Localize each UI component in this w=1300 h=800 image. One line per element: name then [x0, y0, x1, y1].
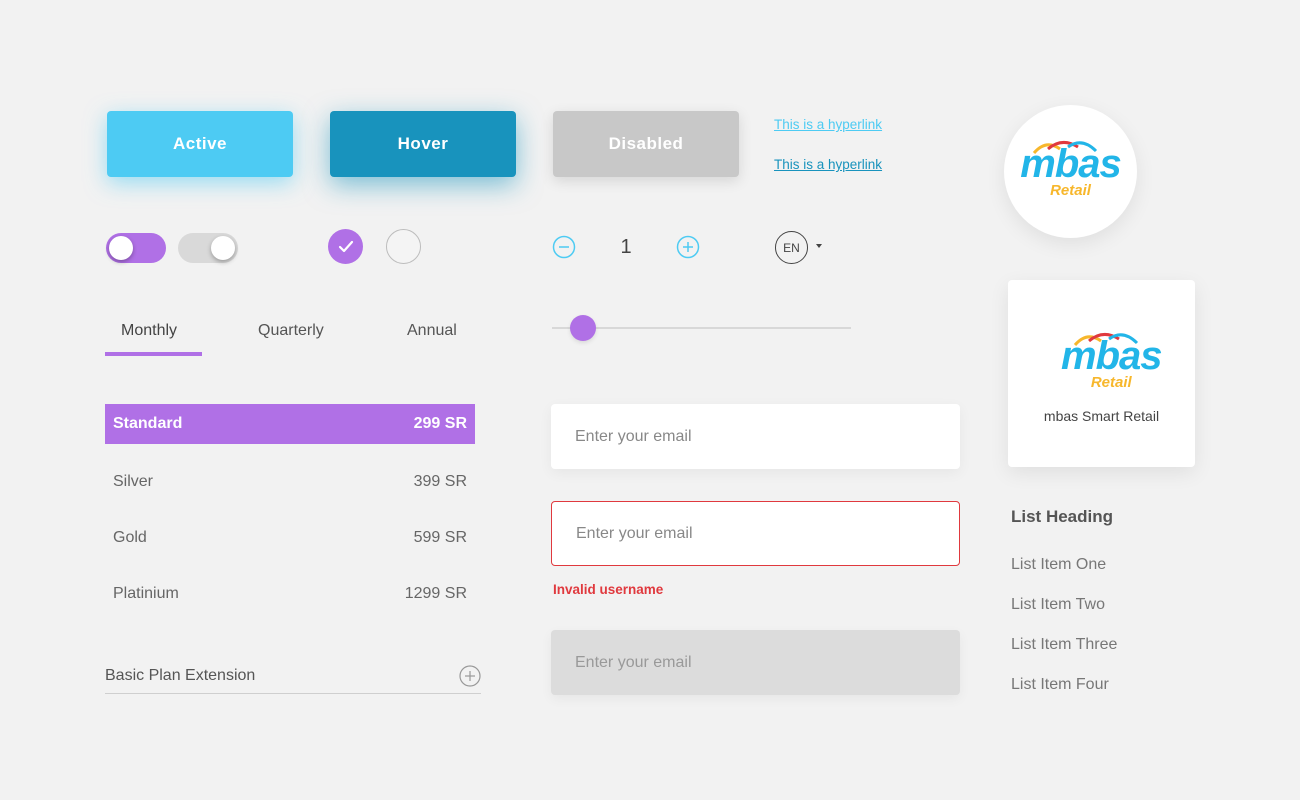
plan-price: 1299 SR — [404, 585, 467, 602]
list-item[interactable]: List Item Three — [1011, 636, 1117, 654]
email-input-error[interactable]: Enter your email — [551, 501, 960, 566]
active-button[interactable]: Active — [107, 111, 293, 177]
slider-track[interactable] — [552, 327, 851, 329]
language-selector[interactable]: EN — [775, 231, 808, 264]
checkbox-checked[interactable] — [328, 229, 363, 264]
logo-arcs-icon — [1073, 333, 1139, 347]
email-input-disabled: Enter your email — [551, 630, 960, 695]
hyperlink-default[interactable]: This is a hyperlink — [774, 117, 882, 132]
list-item[interactable]: List Item One — [1011, 556, 1106, 574]
toggle-knob — [211, 236, 235, 260]
error-message: Invalid username — [553, 582, 664, 597]
caret-down-icon[interactable] — [816, 244, 822, 248]
decrement-button[interactable] — [552, 235, 576, 259]
plan-name: Standard — [113, 415, 183, 432]
brand-logo: mbas Retail — [1020, 140, 1122, 199]
slider-handle[interactable] — [570, 315, 596, 341]
stepper-value: 1 — [620, 236, 632, 258]
increment-button[interactable] — [676, 235, 700, 259]
toggle-off[interactable] — [178, 233, 238, 263]
plan-row-platinium[interactable]: Platinium 1299 SR — [105, 574, 475, 614]
brand-logo: mbas Retail — [1061, 333, 1162, 391]
logo-arcs-icon — [1033, 140, 1098, 154]
plan-price: 599 SR — [413, 529, 467, 546]
tab-monthly[interactable]: Monthly — [121, 322, 177, 340]
extension-label: Basic Plan Extension — [105, 667, 256, 684]
tab-quarterly[interactable]: Quarterly — [258, 322, 324, 340]
plan-extension-accordion[interactable]: Basic Plan Extension — [105, 664, 481, 694]
checkbox-unchecked[interactable] — [386, 229, 421, 264]
plan-row-silver[interactable]: Silver 399 SR — [105, 462, 475, 502]
tab-annual[interactable]: Annual — [407, 322, 457, 340]
plan-row-standard[interactable]: Standard 299 SR — [105, 404, 475, 444]
plan-price: 299 SR — [413, 415, 467, 432]
toggle-knob — [109, 236, 133, 260]
brand-logo-circle: mbas Retail — [1004, 105, 1137, 238]
list-item[interactable]: List Item Two — [1011, 596, 1105, 614]
email-input[interactable]: Enter your email — [551, 404, 960, 469]
plan-row-gold[interactable]: Gold 599 SR — [105, 518, 475, 558]
minus-circle-icon — [552, 235, 576, 259]
hover-button[interactable]: Hover — [330, 111, 516, 177]
plan-price: 399 SR — [413, 473, 467, 490]
checkmark-icon — [338, 240, 353, 252]
plus-circle-icon[interactable] — [459, 665, 481, 687]
plan-name: Platinium — [113, 585, 179, 602]
plus-circle-icon — [676, 235, 700, 259]
plan-name: Silver — [113, 473, 154, 490]
hyperlink-hover[interactable]: This is a hyperlink — [774, 157, 882, 172]
disabled-button: Disabled — [553, 111, 739, 177]
card-title: mbas Smart Retail — [1043, 408, 1160, 424]
list-heading: List Heading — [1011, 507, 1114, 526]
list-item[interactable]: List Item Four — [1011, 676, 1109, 694]
plan-name: Gold — [113, 529, 147, 546]
toggle-on[interactable] — [106, 233, 166, 263]
brand-card[interactable]: mbas Retail mbas Smart Retail — [1008, 280, 1195, 467]
tab-active-indicator — [105, 352, 202, 356]
